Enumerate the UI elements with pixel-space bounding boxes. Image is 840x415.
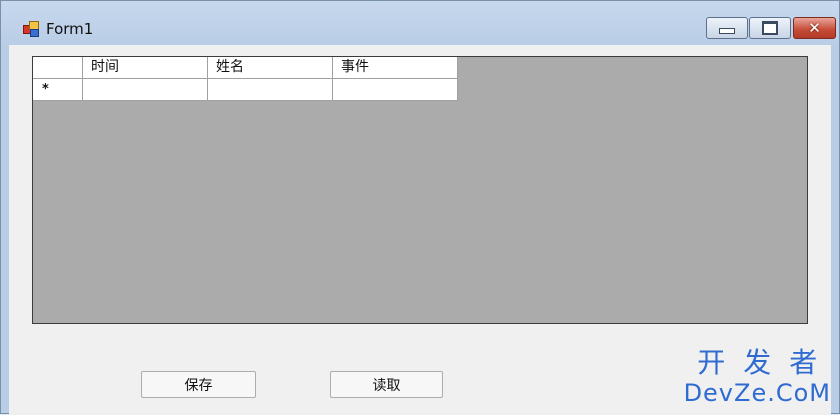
column-header-time[interactable]: 时间 <box>83 57 208 79</box>
read-button[interactable]: 读取 <box>330 371 443 398</box>
form1-window: Form1 ✕ 时间 姓名 事件 * 保存 读取 开发者 DevZe.CoM <box>0 0 840 415</box>
new-row-name-cell[interactable] <box>208 79 333 101</box>
devze-watermark: 开发者 DevZe.CoM <box>683 347 831 408</box>
top-left-header-cell[interactable] <box>33 57 83 79</box>
data-grid-view[interactable]: 时间 姓名 事件 * <box>32 56 808 324</box>
close-button[interactable]: ✕ <box>793 17 836 39</box>
watermark-line2: DevZe.CoM <box>683 379 831 407</box>
column-header-event[interactable]: 事件 <box>333 57 458 79</box>
window-title: Form1 <box>46 20 94 38</box>
watermark-line1: 开发者 <box>697 346 836 379</box>
grid-header-row: 时间 姓名 事件 <box>33 57 458 79</box>
new-row-header-cell[interactable]: * <box>33 79 83 101</box>
form-app-icon[interactable] <box>23 20 39 37</box>
new-row-event-cell[interactable] <box>333 79 458 101</box>
new-row: * <box>33 79 458 101</box>
column-header-name[interactable]: 姓名 <box>208 57 333 79</box>
minimize-button[interactable] <box>706 17 748 39</box>
minimize-icon <box>719 28 735 34</box>
maximize-icon <box>762 21 778 35</box>
new-row-indicator: * <box>42 82 49 97</box>
save-button[interactable]: 保存 <box>141 371 256 398</box>
maximize-button[interactable] <box>749 17 791 39</box>
new-row-time-cell[interactable] <box>83 79 208 101</box>
close-icon: ✕ <box>808 18 821 37</box>
title-bar[interactable]: Form1 ✕ <box>1 1 839 45</box>
